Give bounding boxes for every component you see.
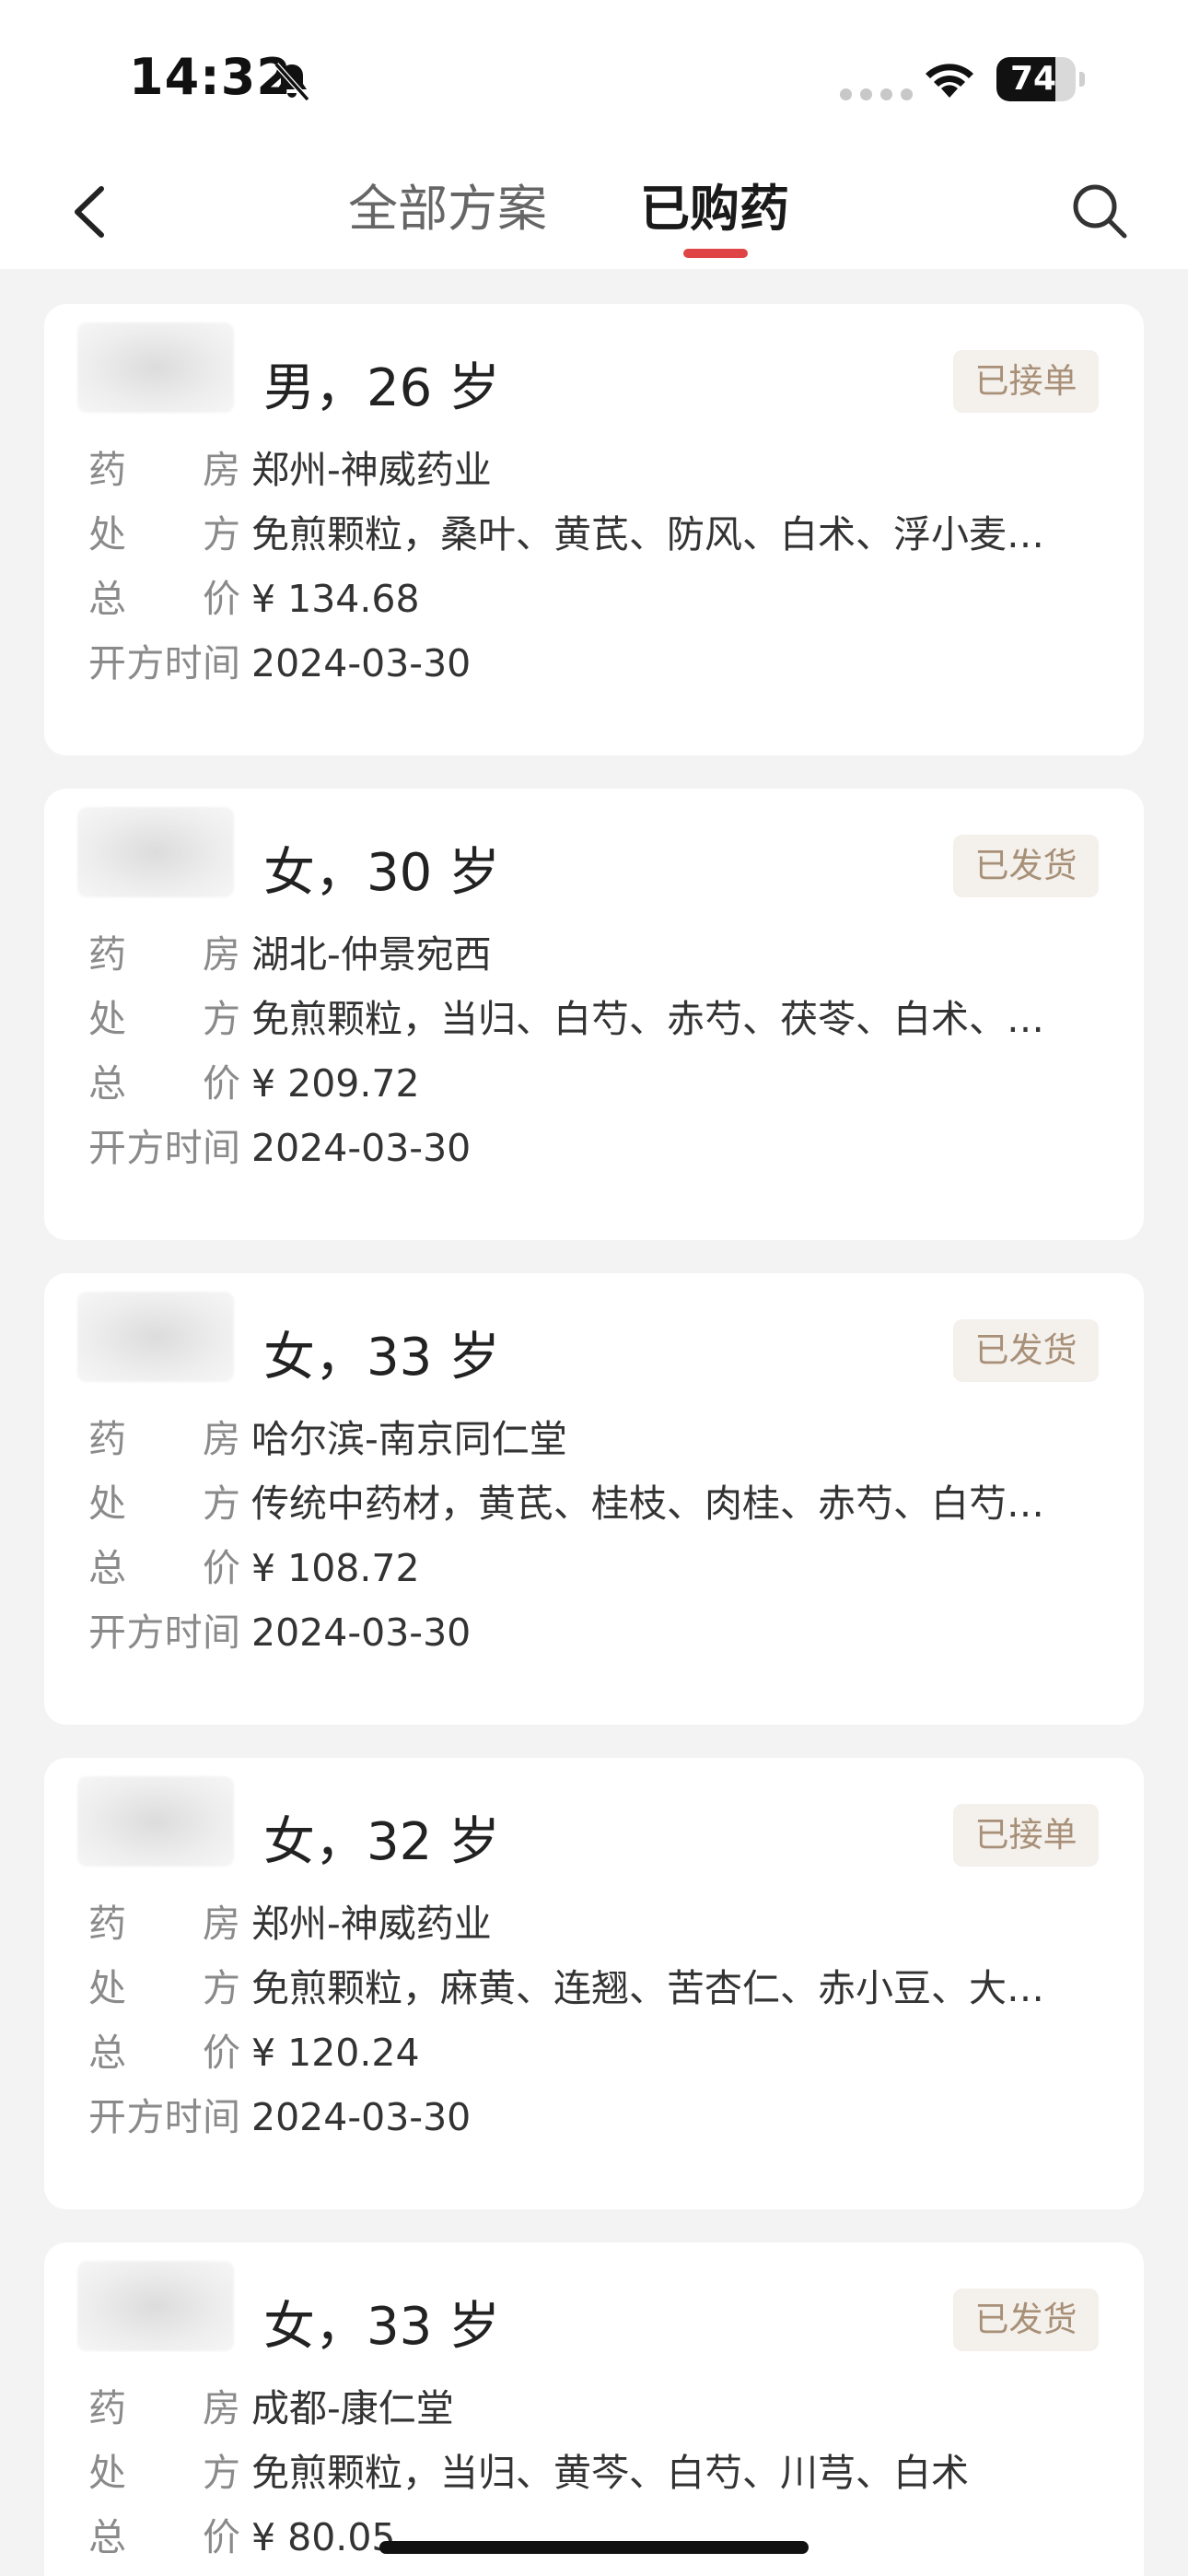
status-badge: 已发货 <box>953 1319 1099 1382</box>
total-value: ¥ 108.72 <box>251 1546 420 1590</box>
pharmacy-value: 哈尔滨-南京同仁堂 <box>251 1417 567 1461</box>
prescription-value: 免煎颗粒，当归、白芍、赤芍、茯苓、白术、… <box>251 997 1044 1041</box>
avatar <box>77 1776 234 1867</box>
status-time: 14:32 <box>129 48 292 106</box>
time-label: 开方时间 <box>88 1126 240 1170</box>
date-value: 2024-03-30 <box>251 641 472 685</box>
prescription-value: 传统中药材，黄芪、桂枝、肉桂、赤芍、白芍… <box>251 1481 1044 1526</box>
prescription-label: 处方 <box>88 997 240 1041</box>
prescription-label: 处方 <box>88 1966 240 2010</box>
pharmacy-label: 药房 <box>88 448 240 492</box>
avatar <box>77 1292 234 1382</box>
patient-info: 女，33 岁 <box>263 2297 501 2357</box>
total-label: 总价 <box>88 577 240 621</box>
prescription-label: 处方 <box>88 512 240 556</box>
time-label: 开方时间 <box>88 641 240 685</box>
total-value: ¥ 209.72 <box>251 1061 420 1106</box>
time-label: 开方时间 <box>88 1610 240 1655</box>
total-label: 总价 <box>88 1061 240 1106</box>
home-indicator[interactable] <box>379 2541 809 2554</box>
pharmacy-row: 药房 湖北-仲景宛西 <box>88 927 492 982</box>
search-icon[interactable] <box>1068 180 1131 242</box>
chevron-left-icon[interactable] <box>63 180 118 244</box>
total-row: 总价 ¥ 134.68 <box>88 571 420 626</box>
total-label: 总价 <box>88 2031 240 2075</box>
battery-percent: 74 <box>1009 60 1057 98</box>
time-row: 开方时间 2024-03-30 <box>88 636 471 691</box>
prescription-value: 免煎颗粒，当归、黄芩、白芍、川芎、白术 <box>251 2451 969 2495</box>
order-card[interactable]: 男，26 岁 已接单 药房 郑州-神威药业 处方 免煎颗粒，桑叶、黄芪、防风、白术、… <box>44 304 1144 755</box>
wifi-icon <box>926 64 973 98</box>
patient-info: 女，32 岁 <box>263 1812 501 1872</box>
avatar <box>77 807 234 897</box>
pharmacy-label: 药房 <box>88 2386 240 2430</box>
prescription-row: 处方 免煎颗粒，当归、黄芩、白芍、川芎、白术 <box>88 2445 969 2500</box>
total-row: 总价 ¥ 80.05 <box>88 2510 396 2565</box>
battery-icon: 74 <box>996 57 1085 101</box>
tab-all-plans[interactable]: 全部方案 <box>346 176 549 242</box>
order-card[interactable]: 女，32 岁 已接单 药房 郑州-神威药业 处方 免煎颗粒，麻黄、连翘、苦杏仁、赤小… <box>44 1758 1144 2209</box>
total-row: 总价 ¥ 108.72 <box>88 1540 420 1596</box>
prescription-row: 处方 传统中药材，黄芪、桂枝、肉桂、赤芍、白芍… <box>88 1476 1044 1531</box>
pharmacy-row: 药房 郑州-神威药业 <box>88 442 492 498</box>
total-value: ¥ 80.05 <box>251 2515 396 2559</box>
prescription-label: 处方 <box>88 1481 240 1526</box>
prescription-row: 处方 免煎颗粒，桑叶、黄芪、防风、白术、浮小麦… <box>88 507 1044 562</box>
pharmacy-row: 药房 成都-康仁堂 <box>88 2381 454 2436</box>
date-value: 2024-03-30 <box>251 2095 472 2139</box>
status-badge: 已发货 <box>953 2289 1099 2351</box>
status-bar: 14:32 74 <box>0 0 1188 152</box>
tab-purchased[interactable]: 已购药 <box>639 176 790 242</box>
date-value: 2024-03-30 <box>251 1126 472 1170</box>
prescription-label: 处方 <box>88 2451 240 2495</box>
pharmacy-label: 药房 <box>88 932 240 977</box>
pharmacy-value: 成都-康仁堂 <box>251 2386 454 2430</box>
bell-slash-icon <box>274 62 310 102</box>
status-badge: 已发货 <box>953 835 1099 897</box>
nav-bar: 全部方案 已购药 <box>0 152 1188 269</box>
time-row: 开方时间 2024-03-30 <box>88 1120 471 1176</box>
patient-info: 女，30 岁 <box>263 843 501 903</box>
active-tab-indicator <box>683 249 748 258</box>
time-row: 开方时间 2024-03-30 <box>88 1605 471 1660</box>
pharmacy-label: 药房 <box>88 1417 240 1461</box>
prescription-row: 处方 免煎颗粒，麻黄、连翘、苦杏仁、赤小豆、大… <box>88 1961 1044 2016</box>
time-label: 开方时间 <box>88 2095 240 2139</box>
pharmacy-row: 药房 哈尔滨-南京同仁堂 <box>88 1411 567 1467</box>
avatar <box>77 2261 234 2351</box>
prescription-value: 免煎颗粒，桑叶、黄芪、防风、白术、浮小麦… <box>251 512 1044 556</box>
pharmacy-value: 郑州-神威药业 <box>251 448 492 492</box>
time-row: 开方时间 2024-03-30 <box>88 2090 471 2145</box>
patient-info: 男，26 岁 <box>263 358 501 418</box>
total-value: ¥ 120.24 <box>251 2031 420 2075</box>
pharmacy-value: 湖北-仲景宛西 <box>251 932 492 977</box>
pharmacy-label: 药房 <box>88 1902 240 1946</box>
date-value: 2024-03-30 <box>251 1610 472 1655</box>
screen: 14:32 74 全部方案 已购药 男，26 岁 已接单 药房 郑州-神威药业 … <box>0 0 1188 2576</box>
total-value: ¥ 134.68 <box>251 577 420 621</box>
total-label: 总价 <box>88 1546 240 1590</box>
total-label: 总价 <box>88 2515 240 2559</box>
total-row: 总价 ¥ 209.72 <box>88 1056 420 1111</box>
signal-dots-icon <box>840 88 913 100</box>
pharmacy-row: 药房 郑州-神威药业 <box>88 1896 492 1951</box>
pharmacy-value: 郑州-神威药业 <box>251 1902 492 1946</box>
order-card[interactable]: 女，33 岁 已发货 药房 哈尔滨-南京同仁堂 处方 传统中药材，黄芪、桂枝、肉桂、… <box>44 1273 1144 1725</box>
order-card[interactable]: 女，33 岁 已发货 药房 成都-康仁堂 处方 免煎颗粒，当归、黄芩、白芍、川芎、白… <box>44 2242 1144 2576</box>
patient-info: 女，33 岁 <box>263 1328 501 1388</box>
avatar <box>77 322 234 413</box>
order-card[interactable]: 女，30 岁 已发货 药房 湖北-仲景宛西 处方 免煎颗粒，当归、白芍、赤芍、茯苓、… <box>44 789 1144 1240</box>
prescription-row: 处方 免煎颗粒，当归、白芍、赤芍、茯苓、白术、… <box>88 991 1044 1047</box>
total-row: 总价 ¥ 120.24 <box>88 2025 420 2080</box>
status-badge: 已接单 <box>953 350 1099 413</box>
status-badge: 已接单 <box>953 1804 1099 1867</box>
prescription-value: 免煎颗粒，麻黄、连翘、苦杏仁、赤小豆、大… <box>251 1966 1044 2010</box>
